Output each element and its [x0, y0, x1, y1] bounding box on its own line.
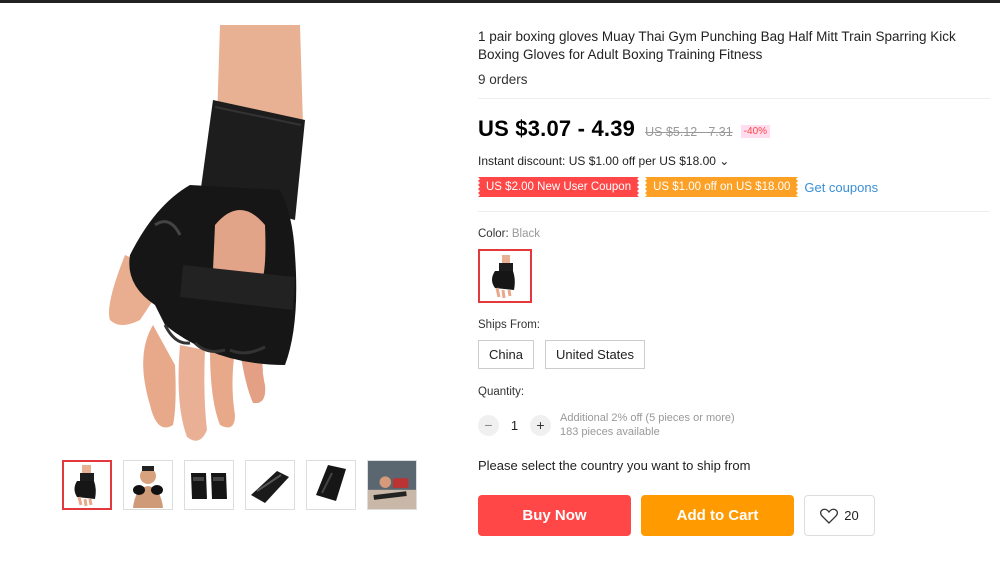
buy-now-button[interactable]: Buy Now [478, 495, 631, 536]
new-user-coupon[interactable]: US $2.00 New User Coupon [478, 177, 640, 197]
divider [478, 98, 990, 99]
color-label: Color: Black [478, 228, 540, 240]
price-row: US $3.07 - 4.39 US $5.12 - 7.31 -40% [478, 116, 771, 142]
product-info: 1 pair boxing gloves Muay Thai Gym Punch… [478, 28, 990, 536]
store-coupon[interactable]: US $1.00 off on US $18.00 [645, 177, 799, 197]
ships-from-options: China United States [478, 340, 646, 369]
coupons-row: US $2.00 New User Coupon US $1.00 off on… [478, 177, 878, 197]
get-coupons-link[interactable]: Get coupons [804, 180, 878, 195]
instant-discount[interactable]: Instant discount: US $1.00 off per US $1… [478, 154, 729, 168]
wishlist-count: 20 [844, 508, 859, 523]
quantity-value[interactable]: 1 [499, 418, 530, 433]
quantity-decrease-button[interactable]: − [478, 414, 499, 436]
discount-badge: -40% [740, 125, 771, 138]
thumbnail-4[interactable] [245, 460, 295, 510]
ship-option-china[interactable]: China [478, 340, 534, 369]
thumbnail-1[interactable] [62, 460, 112, 510]
bulk-discount-note: Additional 2% off (5 pieces or more) [560, 412, 735, 424]
color-value: Black [511, 228, 540, 240]
thumbnail-6[interactable] [367, 460, 417, 510]
quantity-increase-button[interactable]: + [530, 414, 551, 436]
top-bar [0, 0, 1000, 3]
product-title: 1 pair boxing gloves Muay Thai Gym Punch… [478, 29, 956, 62]
thumbnail-strip [62, 460, 417, 510]
ships-from-label: Ships From: [478, 319, 540, 331]
quantity-stepper: − 1 + Additional 2% off (5 pieces or mor… [478, 411, 735, 439]
color-label-text: Color: [478, 228, 512, 240]
ship-country-message: Please select the country you want to sh… [478, 458, 751, 473]
action-buttons: Buy Now Add to Cart 20 [478, 495, 875, 536]
divider [478, 211, 990, 212]
original-price: US $5.12 - 7.31 [645, 125, 733, 139]
current-price: US $3.07 - 4.39 [478, 116, 636, 141]
stock-available: 183 pieces available [560, 426, 660, 438]
quantity-label: Quantity: [478, 386, 525, 398]
add-to-cart-button[interactable]: Add to Cart [641, 495, 794, 536]
orders-count: 9 orders [478, 72, 528, 87]
thumbnail-2[interactable] [123, 460, 173, 510]
main-product-image [95, 25, 415, 445]
color-swatch-black[interactable] [478, 249, 532, 303]
wishlist-button[interactable]: 20 [804, 495, 875, 536]
heart-icon [820, 508, 839, 524]
quantity-note: Additional 2% off (5 pieces or more) 183… [560, 411, 735, 439]
thumbnail-5[interactable] [306, 460, 356, 510]
thumbnail-3[interactable] [184, 460, 234, 510]
ship-option-united-states[interactable]: United States [544, 340, 646, 369]
